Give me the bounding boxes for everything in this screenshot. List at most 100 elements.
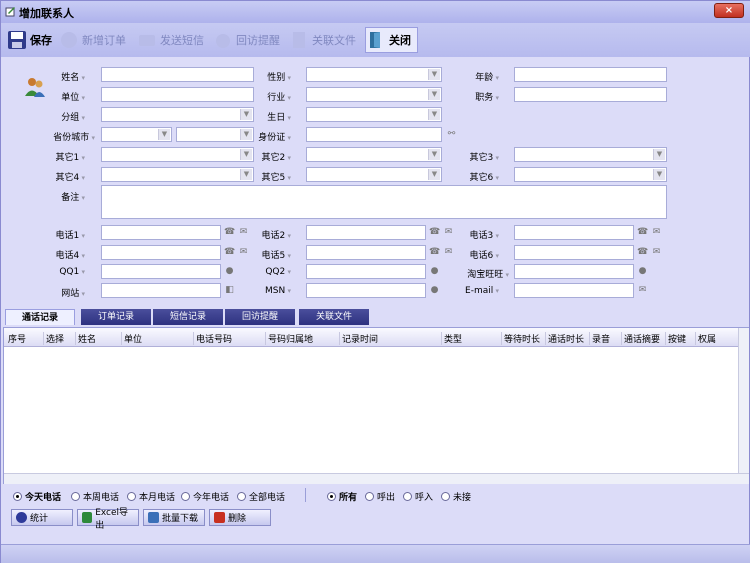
wangwang-label: 淘宝旺旺 [449,267,509,280]
gender-label: 性别 [231,70,291,83]
column-header[interactable]: 权属 [698,332,734,345]
remark-label: 备注 [25,190,85,203]
remark-textarea[interactable] [101,185,667,219]
radio-icon [403,492,412,501]
other6-select[interactable]: ▼ [514,167,667,182]
dial-icon[interactable]: ☎ [637,247,648,258]
direction-missed-radio[interactable]: 未接 [441,490,471,503]
other3-select[interactable]: ▼ [514,147,667,162]
save-button[interactable]: 保存 [7,27,52,53]
mail-icon[interactable]: ✉ [637,285,648,296]
linked-files-button[interactable]: 关联文件 [289,27,356,53]
direction-all-radio[interactable]: 所有 [327,490,357,503]
qq2-field[interactable] [306,264,426,279]
batch-download-button[interactable]: 批量下载 [143,509,205,526]
msn-field[interactable] [306,283,426,298]
column-header[interactable]: 按键 [668,332,696,345]
company-label: 单位 [25,90,85,103]
order-icon [61,32,77,48]
binoculars-icon[interactable]: ⚯ [446,129,457,140]
phone4-label: 电话4 [25,248,85,261]
dropdown-arrow-icon: ▼ [428,109,440,120]
phone4-field[interactable] [101,245,221,260]
column-header[interactable]: 选择 [46,332,76,345]
industry-select[interactable]: ▼ [306,87,442,102]
column-header[interactable]: 序号 [8,332,44,345]
qq-icon[interactable]: ● [429,266,440,277]
position-label: 职务 [439,90,499,103]
birthday-picker[interactable]: ▼ [306,107,442,122]
msn-label: MSN [231,286,291,296]
excel-icon [82,512,93,523]
radio-icon [237,492,246,501]
other2-select[interactable]: ▼ [306,147,442,162]
phone2-field[interactable] [306,225,426,240]
filter-week-radio[interactable]: 本周电话 [71,490,119,503]
vertical-scrollbar[interactable] [738,328,749,473]
email-label: E-mail [439,286,499,296]
wangwang-field[interactable] [514,264,634,279]
other5-select[interactable]: ▼ [306,167,442,182]
column-header[interactable]: 通话时长 [548,332,590,345]
tab-order-records[interactable]: 订单记录 [81,309,151,325]
radio-icon [181,492,190,501]
tab-reminders[interactable]: 回访提醒 [225,309,295,325]
column-header[interactable]: 通话摘要 [624,332,666,345]
window-close-button[interactable]: × [714,3,744,18]
send-sms-button[interactable]: 发送短信 [137,27,204,53]
filter-today-radio[interactable]: 今天电话 [13,490,61,503]
province-select[interactable]: ▼ [101,127,172,142]
excel-export-button[interactable]: Excel导出 [77,508,139,531]
new-order-button[interactable]: 新增订单 [59,27,126,53]
column-header[interactable]: 等待时长 [504,332,546,345]
reminder-button[interactable]: 回访提醒 [213,27,280,53]
phone5-field[interactable] [306,245,426,260]
other3-label: 其它3 [439,150,499,163]
phone1-field[interactable] [101,225,221,240]
radio-icon [365,492,374,501]
qq2-label: QQ2 [231,267,291,277]
phone6-field[interactable] [514,245,634,260]
column-header[interactable]: 姓名 [78,332,122,345]
column-header[interactable]: 录音 [592,332,622,345]
phone3-field[interactable] [514,225,634,240]
direction-incoming-radio[interactable]: 呼入 [403,490,433,503]
other6-label: 其它6 [439,170,499,183]
position-field[interactable] [514,87,667,102]
column-header[interactable]: 电话号码 [196,332,266,345]
filter-month-radio[interactable]: 本月电话 [127,490,175,503]
filter-year-radio[interactable]: 今年电话 [181,490,229,503]
column-header[interactable]: 号码归属地 [268,332,340,345]
website-field[interactable] [101,283,221,298]
exit-door-icon [370,32,380,48]
radio-icon [441,492,450,501]
column-header[interactable]: 类型 [444,332,502,345]
tab-linked-files[interactable]: 关联文件 [299,309,369,325]
tab-call-records[interactable]: 通话记录 [5,309,75,325]
window-title: 增加联系人 [19,7,74,20]
close-button[interactable]: 关闭 [365,27,418,53]
column-header[interactable]: 记录时间 [342,332,442,345]
phone5-label: 电话5 [231,248,291,261]
radio-selected-icon [13,492,22,501]
statistics-button[interactable]: 统计 [11,509,73,526]
dial-icon[interactable]: ☎ [637,227,648,238]
wangwang-icon[interactable]: ● [637,266,648,277]
sms-icon[interactable]: ✉ [651,247,662,258]
horizontal-scrollbar[interactable] [4,473,749,484]
sms-icon[interactable]: ✉ [651,227,662,238]
file-icon [293,32,305,48]
delete-button[interactable]: 删除 [209,509,271,526]
email-field[interactable] [514,283,634,298]
age-field[interactable] [514,67,667,82]
direction-outgoing-radio[interactable]: 呼出 [365,490,395,503]
download-icon [148,512,159,523]
dropdown-arrow-icon: ▼ [158,129,170,140]
radio-icon [127,492,136,501]
gender-select[interactable]: ▼ [306,67,442,82]
id-card-field[interactable] [306,127,442,142]
qq1-field[interactable] [101,264,221,279]
column-header[interactable]: 单位 [124,332,194,345]
tab-sms-records[interactable]: 短信记录 [153,309,223,325]
filter-all-radio[interactable]: 全部电话 [237,490,285,503]
